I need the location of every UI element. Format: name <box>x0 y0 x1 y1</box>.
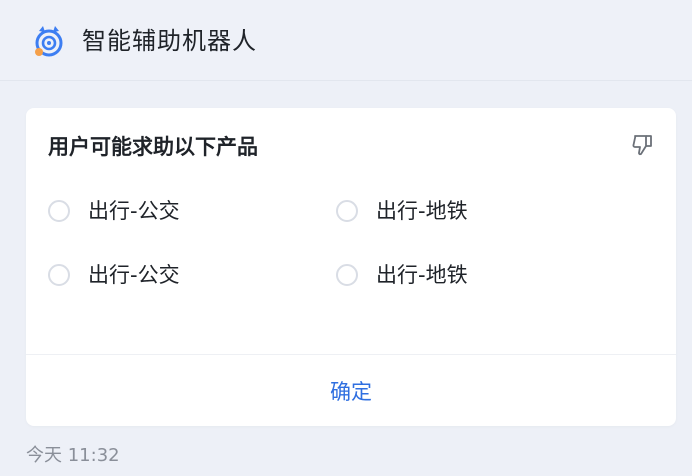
suggestion-card: 用户可能求助以下产品 出行-公交 出行-地铁 出行-公交 出行-地铁 确定 <box>26 108 676 426</box>
radio-button[interactable] <box>336 264 358 286</box>
radio-button[interactable] <box>48 200 70 222</box>
confirm-button[interactable]: 确定 <box>26 355 676 426</box>
thumbs-down-icon[interactable] <box>630 132 656 158</box>
option-bus-2[interactable]: 出行-公交 <box>48 258 180 292</box>
page-title: 智能辅助机器人 <box>82 27 257 55</box>
chat-window: 智能辅助机器人 用户可能求助以下产品 出行-公交 出行-地铁 出行-公交 出行-… <box>0 0 692 476</box>
option-label: 出行-公交 <box>88 199 180 223</box>
option-metro-1[interactable]: 出行-地铁 <box>336 194 468 228</box>
robot-icon <box>35 26 63 57</box>
message-timestamp: 今天 11:32 <box>26 445 120 466</box>
option-metro-2[interactable]: 出行-地铁 <box>336 258 468 292</box>
radio-button[interactable] <box>336 200 358 222</box>
option-bus-1[interactable]: 出行-公交 <box>48 194 180 228</box>
chat-header: 智能辅助机器人 <box>0 0 692 81</box>
option-label: 出行-公交 <box>88 263 180 287</box>
option-label: 出行-地铁 <box>376 263 468 287</box>
radio-button[interactable] <box>48 264 70 286</box>
option-label: 出行-地铁 <box>376 199 468 223</box>
card-title: 用户可能求助以下产品 <box>48 135 258 159</box>
